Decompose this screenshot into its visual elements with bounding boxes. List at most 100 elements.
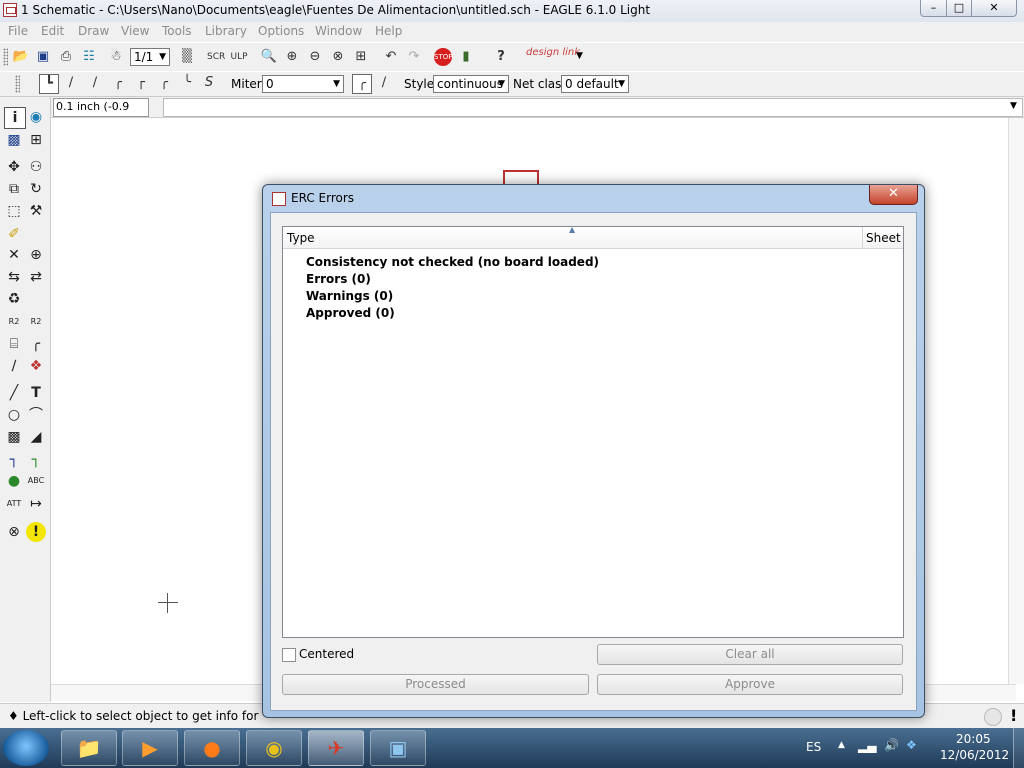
column-separator[interactable]: [862, 227, 863, 248]
language-indicator[interactable]: ES: [806, 740, 821, 754]
board-switch-icon[interactable]: ▒: [178, 48, 196, 66]
arc-icon[interactable]: ⌒: [26, 405, 46, 425]
print-icon[interactable]: ⎙: [57, 48, 75, 66]
wire-icon[interactable]: ╱: [4, 383, 24, 403]
save-icon[interactable]: ▣: [34, 48, 52, 66]
minimize-button[interactable]: –: [920, 0, 947, 17]
replace-icon[interactable]: ♻: [4, 289, 24, 309]
script-icon[interactable]: SCR: [207, 48, 225, 66]
mark-icon[interactable]: ⊞: [26, 130, 46, 150]
list-item[interactable]: Errors (0): [306, 272, 371, 286]
sheet-select[interactable]: 1/1 ▼: [130, 48, 170, 66]
erc-error-list[interactable]: Type ▲ Sheet Consistency not checked (no…: [282, 225, 904, 638]
use-library-icon[interactable]: ☃: [107, 48, 125, 66]
toolbar-grip[interactable]: [3, 48, 8, 66]
eagle-app-icon[interactable]: [3, 3, 17, 17]
zoom-select-icon[interactable]: ⊗: [329, 48, 347, 66]
clock-time[interactable]: 20:05: [956, 732, 991, 746]
show-desktop-button[interactable]: [1013, 728, 1024, 768]
processed-button[interactable]: Processed: [282, 674, 589, 695]
redo-icon[interactable]: ↷: [405, 48, 423, 66]
help-icon[interactable]: ?: [492, 48, 510, 66]
net-icon[interactable]: ┐: [26, 450, 46, 470]
start-button[interactable]: [3, 730, 49, 766]
move-icon[interactable]: ✥: [4, 157, 24, 177]
zoom-in-icon[interactable]: ⊕: [283, 48, 301, 66]
miter-straight-icon[interactable]: ∕: [375, 74, 393, 92]
go-icon[interactable]: ▮: [457, 48, 475, 66]
miter-select[interactable]: 0 ▼: [262, 75, 344, 93]
vertical-scrollbar[interactable]: [1008, 118, 1024, 684]
menu-edit[interactable]: Edit: [41, 24, 64, 38]
open-folder-icon[interactable]: 📂: [12, 48, 30, 66]
erc-icon[interactable]: ⊗: [4, 522, 24, 542]
display-layers-icon[interactable]: ▩: [4, 130, 24, 150]
centered-checkbox[interactable]: [282, 648, 296, 662]
netclass-select[interactable]: 0 default ▼: [561, 75, 629, 93]
label-icon[interactable]: ABC: [26, 471, 46, 491]
split-icon[interactable]: ∕: [4, 356, 24, 376]
miter-tool-icon[interactable]: ╭: [26, 334, 46, 354]
cam-processor-icon[interactable]: ☷: [80, 48, 98, 66]
wire-bend-2-icon[interactable]: ∕: [86, 74, 104, 92]
list-item[interactable]: Warnings (0): [306, 289, 393, 303]
group-icon[interactable]: ⬚: [4, 201, 24, 221]
miter-round-icon[interactable]: ╭: [352, 74, 372, 94]
value-icon[interactable]: R2: [26, 312, 46, 332]
rotate-icon[interactable]: ↻: [26, 179, 46, 199]
undo-icon[interactable]: ↶: [382, 48, 400, 66]
menu-options[interactable]: Options: [258, 24, 304, 38]
stop-icon[interactable]: STOP: [434, 48, 452, 66]
gateswap-icon[interactable]: ⇄: [26, 267, 46, 287]
wire-bend-spline-icon[interactable]: S: [200, 74, 218, 92]
dimension-icon[interactable]: ↦: [26, 494, 46, 514]
dropbox-icon[interactable]: ❖: [906, 738, 917, 752]
wire-bend-5-icon[interactable]: ╭: [155, 74, 173, 92]
menu-tools[interactable]: Tools: [162, 24, 192, 38]
wire-bend-0-icon[interactable]: ┗: [39, 74, 59, 94]
zoom-fit-icon[interactable]: 🔍: [260, 48, 278, 66]
list-item[interactable]: Consistency not checked (no board loaded…: [306, 255, 599, 269]
firefox-taskbar-button[interactable]: ●: [184, 730, 240, 766]
toolbar-grip[interactable]: [15, 75, 20, 93]
pinswap-icon[interactable]: ⇆: [4, 267, 24, 287]
tray-expand-icon[interactable]: ▲: [838, 740, 845, 750]
ulp-icon[interactable]: ULP: [230, 48, 248, 66]
chrome-taskbar-button[interactable]: ◉: [246, 730, 302, 766]
copy-icon[interactable]: ⚇: [26, 157, 46, 177]
wire-bend-6-icon[interactable]: ╰: [178, 74, 196, 92]
info-icon[interactable]: i: [4, 107, 26, 129]
rect-icon[interactable]: ▩: [4, 427, 24, 447]
design-link-dropdown-icon[interactable]: ▼: [576, 51, 583, 61]
attribute-icon[interactable]: ATT: [4, 494, 24, 514]
menu-help[interactable]: Help: [375, 24, 402, 38]
change-wrench-icon[interactable]: ⚒: [26, 201, 46, 221]
wire-bend-3-icon[interactable]: ╭: [109, 74, 127, 92]
smash-icon[interactable]: ⌸: [4, 334, 24, 354]
column-header-type[interactable]: Type: [287, 231, 315, 245]
menu-draw[interactable]: Draw: [78, 24, 109, 38]
column-header-sheet[interactable]: Sheet: [866, 231, 901, 245]
add-icon[interactable]: ⊕: [26, 245, 46, 265]
close-window-button[interactable]: ✕: [971, 0, 1017, 17]
menu-library[interactable]: Library: [205, 24, 247, 38]
paste-icon[interactable]: ✐: [4, 224, 24, 244]
approve-button[interactable]: Approve: [597, 674, 903, 695]
redraw-icon[interactable]: ⊞: [352, 48, 370, 66]
eagle-taskbar-button[interactable]: ✈: [308, 730, 364, 766]
menu-window[interactable]: Window: [315, 24, 362, 38]
stop-command-button[interactable]: [984, 708, 1002, 726]
list-item[interactable]: Approved (0): [306, 306, 395, 320]
dialog-close-button[interactable]: ✕: [869, 185, 918, 205]
clear-all-button[interactable]: Clear all: [597, 644, 903, 665]
name-icon[interactable]: R2: [4, 312, 24, 332]
wire-bend-4-icon[interactable]: ┌: [132, 74, 150, 92]
style-select[interactable]: continuous ▼: [433, 75, 509, 93]
invoke-icon[interactable]: ❖: [26, 356, 46, 376]
menu-view[interactable]: View: [121, 24, 149, 38]
wire-bend-1-icon[interactable]: ∕: [62, 74, 80, 92]
design-link-logo[interactable]: design link: [526, 47, 580, 58]
show-eye-icon[interactable]: ◉: [26, 107, 46, 127]
menu-file[interactable]: File: [8, 24, 28, 38]
photo-viewer-taskbar-button[interactable]: ▣: [370, 730, 426, 766]
